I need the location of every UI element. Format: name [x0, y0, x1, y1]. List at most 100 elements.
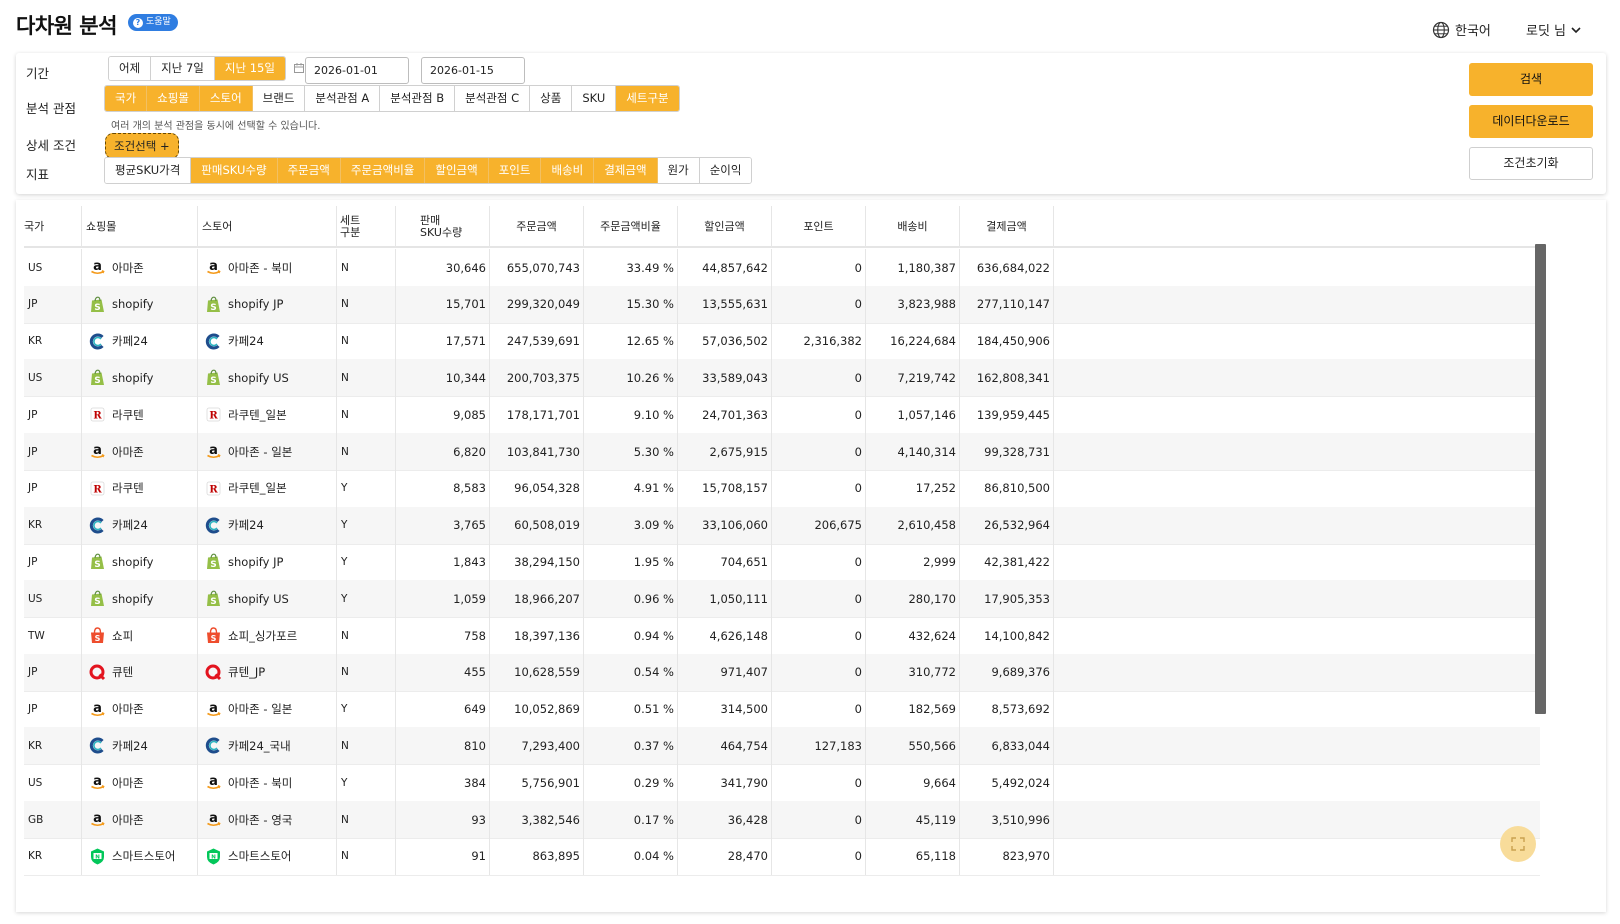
- cell-discount-text: 28,470: [727, 849, 768, 864]
- period-option-selected[interactable]: 지난 15일: [214, 57, 285, 80]
- view-option[interactable]: 분석관점 B: [380, 86, 456, 111]
- metric-option-selected[interactable]: 배송비: [541, 158, 595, 183]
- col-point-header[interactable]: 포인트: [772, 206, 866, 248]
- cell-shipping: 65,118: [866, 837, 960, 875]
- metric-option-selected[interactable]: 주문금액: [277, 158, 341, 183]
- fullscreen-button[interactable]: [1500, 826, 1536, 862]
- condition-select-button[interactable]: 조건선택 +: [105, 133, 179, 159]
- table-row[interactable]: GB a 아마존 a 아마존 - 영국 N 93 3,382,546 0.17 % 36,428 0…: [24, 801, 1540, 839]
- metric-option-selected[interactable]: 주문금액비율: [340, 158, 426, 183]
- cell-discount-text: 1,050,111: [709, 591, 768, 606]
- start-date-input[interactable]: 2026-01-01: [305, 57, 409, 84]
- cell-qty-text: 93: [471, 812, 486, 827]
- cell-store-text: 아마존 - 일본: [228, 444, 293, 459]
- cell-set: N: [337, 653, 396, 691]
- view-option[interactable]: 브랜드: [252, 86, 306, 111]
- cell-qty: 3,765: [396, 506, 490, 544]
- cell-store: Sshopify JP: [198, 543, 337, 581]
- cell-country-text: TW: [28, 629, 45, 642]
- table-row[interactable]: JP 큐텐 큐텐_JP N 455 10,628,559 0.54 % 971,407 0 310…: [24, 653, 1540, 692]
- view-option-selected[interactable]: 스토어: [199, 86, 253, 111]
- period-option[interactable]: 어제: [109, 57, 152, 80]
- cell-country-text: KR: [28, 850, 43, 863]
- table-row[interactable]: JP R 라쿠텐 R 라쿠텐_일본 N 9,085 178,171,701 9.10 % 24,7…: [24, 396, 1540, 435]
- metric-option-selected[interactable]: 포인트: [488, 158, 542, 183]
- cell-order-ratio-text: 5.30 %: [633, 444, 674, 459]
- col-order-header[interactable]: 주문금액: [490, 206, 584, 248]
- period-option[interactable]: 지난 7일: [151, 57, 215, 80]
- table-scrollbar[interactable]: [1535, 244, 1546, 714]
- cell-shipping: 45,119: [866, 801, 960, 838]
- cell-order-amount-text: 247,539,691: [506, 334, 580, 349]
- cell-set-text: Y: [341, 519, 348, 532]
- cell-store: a 아마존 - 일본: [198, 690, 337, 728]
- table-row[interactable]: JP a 아마존 a 아마존 - 일본 Y 649 10,052,869 0.51 % 314,5…: [24, 690, 1540, 729]
- help-badge[interactable]: ? 도움말: [128, 14, 178, 31]
- cell-order-ratio: 5.30 %: [584, 433, 678, 470]
- cell-set: N: [337, 359, 396, 397]
- cell-shipping: 3,823,988: [866, 285, 960, 323]
- reset-button[interactable]: 조건초기화: [1469, 147, 1593, 180]
- col-store-header[interactable]: 스토어: [198, 206, 337, 248]
- table-row[interactable]: JP Sshopify Sshopify JP N 15,701 299,320,049 1…: [24, 285, 1540, 324]
- cell-point: 2,316,382: [772, 322, 866, 360]
- col-qty-header[interactable]: 판매 SKU수량: [396, 206, 490, 248]
- cell-order-amount: 60,508,019: [490, 506, 584, 544]
- col-discount-header[interactable]: 할인금액: [678, 206, 772, 248]
- cafe24-logo-icon: [88, 516, 107, 535]
- cell-store-text: 카페24_국내: [228, 738, 291, 753]
- view-option[interactable]: 상품: [530, 86, 573, 111]
- metric-option[interactable]: 순이익: [699, 158, 752, 183]
- cell-payment-text: 86,810,500: [984, 481, 1050, 496]
- metric-option[interactable]: 평균SKU가격: [105, 158, 192, 183]
- col-ratio-header[interactable]: 주문금액비율: [584, 206, 678, 248]
- table-row[interactable]: US a 아마존 a 아마존 - 북미 Y 384 5,756,901 0.29 % 341,79…: [24, 764, 1540, 803]
- view-option-selected[interactable]: 세트구분: [616, 86, 679, 111]
- view-option[interactable]: 분석관점 A: [305, 86, 381, 111]
- svg-text:R: R: [93, 411, 102, 422]
- table-row[interactable]: US Sshopify Sshopify US Y 1,059 18,966,207 0.9…: [24, 580, 1540, 619]
- calendar-icon[interactable]: [293, 62, 305, 74]
- cell-country-text: US: [28, 371, 43, 384]
- cell-mall: a 아마존: [82, 433, 198, 470]
- col-country-header[interactable]: 국가: [24, 206, 82, 248]
- user-menu[interactable]: 로딧 님: [1526, 20, 1582, 39]
- table-row[interactable]: JP R 라쿠텐 R 라쿠텐_일본 Y 8,583 96,054,328 4.91 % 15,70…: [24, 469, 1540, 508]
- table-row[interactable]: KR 카페24 카페24 N 17,571 247,539,691 12.65 % 57,03…: [24, 322, 1540, 361]
- metric-option-selected[interactable]: 판매SKU수량: [191, 158, 278, 183]
- cell-qty-text: 3,765: [453, 518, 486, 533]
- cell-point: 0: [772, 653, 866, 691]
- metric-option-selected[interactable]: 할인금액: [425, 158, 489, 183]
- col-store-label: 스토어: [202, 220, 233, 233]
- col-payment-header[interactable]: 결제금액: [960, 206, 1054, 248]
- view-option[interactable]: 분석관점 C: [455, 86, 531, 111]
- metric-option-selected[interactable]: 결제금액: [594, 158, 658, 183]
- table-row[interactable]: US Sshopify Sshopify US N 10,344 200,703,375 1…: [24, 359, 1540, 398]
- cell-discount: 44,857,642: [678, 249, 772, 286]
- cafe24-logo-icon: [204, 332, 223, 351]
- col-mall-header[interactable]: 쇼핑몰: [82, 206, 198, 248]
- view-option-selected[interactable]: 쇼핑몰: [147, 86, 200, 111]
- table-row[interactable]: US a 아마존 a 아마존 - 북미 N 30,646 655,070,743 33.49 %…: [24, 249, 1540, 287]
- language-selector[interactable]: 한국어: [1432, 20, 1491, 39]
- end-date-input[interactable]: 2026-01-15: [421, 57, 525, 84]
- cell-qty-text: 649: [464, 702, 486, 717]
- table-row[interactable]: KR 카페24 카페24 Y 3,765 60,508,019 3.09 % 33,106,0…: [24, 506, 1540, 545]
- search-button[interactable]: 검색: [1469, 63, 1593, 96]
- view-option-selected[interactable]: 국가: [105, 86, 148, 111]
- table-row[interactable]: TW S 쇼피 S 쇼피_싱가포르 N 758 18,397,136 0.94 % 4,626,1…: [24, 617, 1540, 655]
- table-row[interactable]: KR N 스마트스토어 N 스마트스토어 N 91 863,895 0.04 % 28,470 0 6…: [24, 837, 1540, 876]
- cell-set: N: [337, 396, 396, 434]
- view-option[interactable]: SKU: [572, 86, 617, 111]
- cell-store-text: 라쿠텐_일본: [228, 481, 287, 496]
- cell-payment: 5,492,024: [960, 764, 1054, 802]
- amazon-logo-icon: a: [88, 442, 107, 461]
- col-shipping-header[interactable]: 배송비: [866, 206, 960, 248]
- metric-option[interactable]: 원가: [657, 158, 700, 183]
- download-button[interactable]: 데이터다운로드: [1469, 105, 1593, 138]
- table-row[interactable]: JP Sshopify Sshopify JP Y 1,843 38,294,150 1.9…: [24, 543, 1540, 582]
- table-row[interactable]: KR 카페24 카페24_국내 N 810 7,293,400 0.37 % 464,754 1…: [24, 727, 1540, 766]
- cell-order-amount-text: 18,966,207: [514, 591, 580, 606]
- table-row[interactable]: JP a 아마존 a 아마존 - 일본 N 6,820 103,841,730 5.30 % 2,…: [24, 433, 1540, 471]
- col-set-header[interactable]: 세트 구분: [337, 206, 396, 248]
